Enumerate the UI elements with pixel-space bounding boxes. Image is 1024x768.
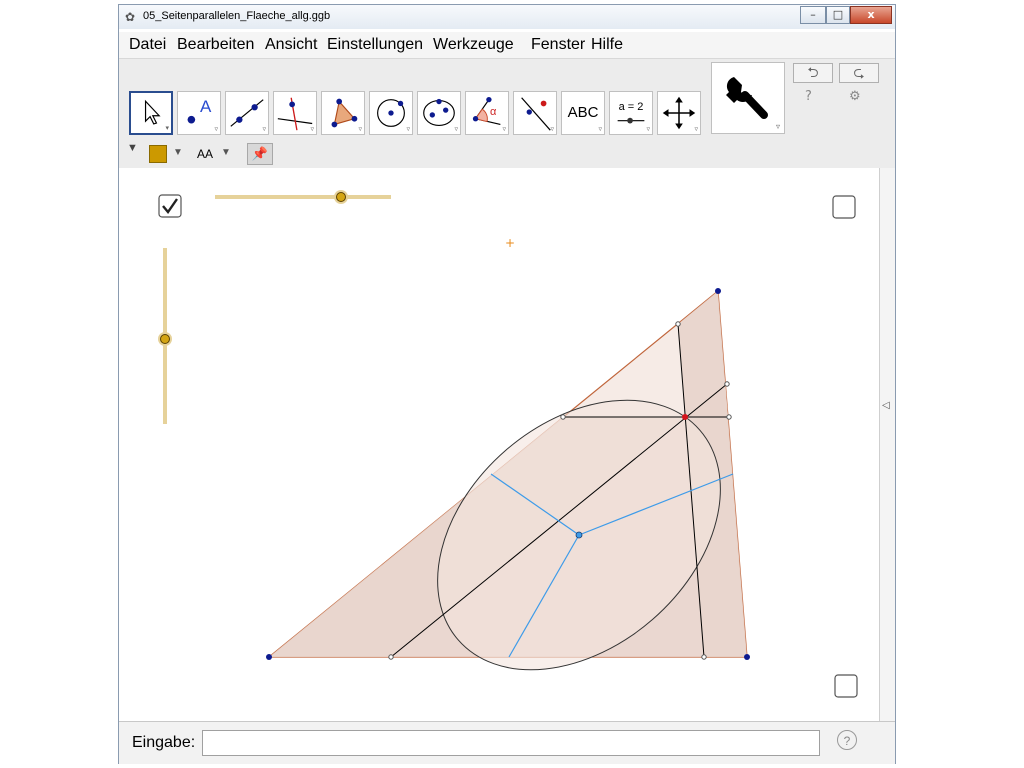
- toolbar-help-icon[interactable]: ?: [805, 89, 812, 104]
- point[interactable]: [675, 321, 681, 327]
- vertex-point[interactable]: [266, 654, 272, 660]
- wrench-icon: [726, 77, 768, 119]
- point-label: A: [200, 97, 212, 116]
- tool-angle[interactable]: α ▿: [465, 91, 509, 135]
- menu-datei[interactable]: Datei: [129, 36, 166, 54]
- tool-polygon[interactable]: ▿: [321, 91, 365, 135]
- menu-einstellungen[interactable]: Einstellungen: [327, 36, 423, 54]
- toolbar: ▾ A ▿ ▿ ▿ ▿ ▿ ▿ α ▿ ▿ ABC ▿ a = 2 ▿ ▿ ▿ …: [119, 58, 895, 141]
- point[interactable]: [388, 654, 394, 660]
- settings-gear-icon[interactable]: ⚙: [849, 89, 861, 104]
- tool-menu-indicator: ▿: [646, 125, 650, 133]
- tool-text[interactable]: ABC ▿: [561, 91, 605, 135]
- checkbox-right-top[interactable]: [832, 195, 856, 219]
- tool-menu-indicator: ▾: [165, 124, 169, 132]
- sidebar-toggle-strip[interactable]: ◁: [879, 168, 895, 721]
- cross-marker-icon: +: [505, 236, 515, 250]
- menu-ansicht[interactable]: Ansicht: [265, 36, 317, 54]
- menu-bar: Datei Bearbeiten Ansicht Einstellungen W…: [119, 32, 895, 58]
- input-field[interactable]: [202, 730, 820, 756]
- tool-line[interactable]: ▿: [225, 91, 269, 135]
- point[interactable]: [560, 414, 566, 420]
- tool-point[interactable]: A ▿: [177, 91, 221, 135]
- tool-customize[interactable]: ▿: [711, 62, 785, 134]
- tool-perpendicular[interactable]: ▿: [273, 91, 317, 135]
- input-help-icon[interactable]: ?: [837, 730, 857, 750]
- tool-reflect[interactable]: ▿: [513, 91, 557, 135]
- tool-menu-indicator: ▿: [358, 125, 362, 133]
- tool-menu-indicator: ▿: [406, 125, 410, 133]
- vertex-point[interactable]: [744, 654, 750, 660]
- tool-move-view[interactable]: ▿: [657, 91, 701, 135]
- tool-menu-indicator: ▿: [310, 125, 314, 133]
- point[interactable]: [726, 414, 732, 420]
- close-button[interactable]: x: [850, 6, 892, 24]
- window-title: 05_Seitenparallelen_Flaeche_allg.ggb: [143, 10, 331, 22]
- tool-menu-indicator: ▿: [502, 125, 506, 133]
- tool-menu-indicator: ▿: [598, 125, 602, 133]
- tool-menu-indicator: ▿: [550, 125, 554, 133]
- checkbox-left[interactable]: [158, 194, 182, 218]
- color-swatch[interactable]: [149, 145, 167, 163]
- horizontal-slider-knob[interactable]: [336, 192, 346, 202]
- expand-arrow-icon[interactable]: ◁: [882, 400, 890, 411]
- point[interactable]: [701, 654, 707, 660]
- text-size-label: AA: [197, 147, 214, 161]
- tool-menu-indicator: ▿: [775, 122, 780, 131]
- tool-move[interactable]: ▾: [129, 91, 173, 135]
- vertical-slider-knob[interactable]: [160, 334, 170, 344]
- vertex-point[interactable]: [715, 288, 721, 294]
- menu-fenster[interactable]: Fenster: [531, 36, 585, 54]
- tool-circle[interactable]: ▿: [369, 91, 413, 135]
- tool-menu-indicator: ▿: [262, 125, 266, 133]
- ellipse-center-point[interactable]: [575, 531, 583, 539]
- angle-alpha-label: α: [490, 106, 497, 118]
- tool-conic[interactable]: ▿: [417, 91, 461, 135]
- text-icon: ABC: [567, 104, 599, 121]
- menu-hilfe[interactable]: Hilfe: [591, 36, 623, 54]
- color-dropdown-icon[interactable]: ▼: [173, 147, 183, 158]
- undo-button[interactable]: ⮌: [793, 63, 833, 83]
- style-bar: ▼ ▼ AA ▼ 📌: [119, 140, 895, 169]
- checkbox-right-bottom[interactable]: [834, 674, 858, 698]
- maximize-button[interactable]: □: [826, 6, 850, 24]
- redo-button[interactable]: ⮎: [839, 63, 879, 83]
- tool-menu-indicator: ▿: [454, 125, 458, 133]
- stylebar-toggle-icon[interactable]: ▼: [127, 142, 138, 154]
- tool-slider[interactable]: a = 2 ▿: [609, 91, 653, 135]
- point[interactable]: [724, 381, 730, 387]
- title-bar: ✿ 05_Seitenparallelen_Flaeche_allg.ggb –…: [119, 5, 895, 29]
- geometry-drawing: +: [158, 190, 858, 698]
- geogebra-logo-icon: ✿: [125, 10, 136, 24]
- input-label: Eingabe:: [132, 734, 196, 751]
- tool-menu-indicator: ▿: [694, 125, 698, 133]
- menu-werkzeuge[interactable]: Werkzeuge: [433, 36, 514, 54]
- menu-bearbeiten[interactable]: Bearbeiten: [177, 36, 254, 54]
- input-bar: Eingabe: ?: [119, 721, 895, 764]
- text-size-dropdown-icon[interactable]: ▼: [221, 147, 231, 158]
- tool-menu-indicator: ▿: [214, 125, 218, 133]
- geogebra-window: ✿ 05_Seitenparallelen_Flaeche_allg.ggb –…: [118, 4, 896, 764]
- pin-icon[interactable]: 📌: [247, 143, 273, 165]
- minimize-button[interactable]: –: [800, 6, 826, 24]
- graphics-view[interactable]: +: [119, 168, 879, 721]
- intersection-point[interactable]: [682, 414, 688, 420]
